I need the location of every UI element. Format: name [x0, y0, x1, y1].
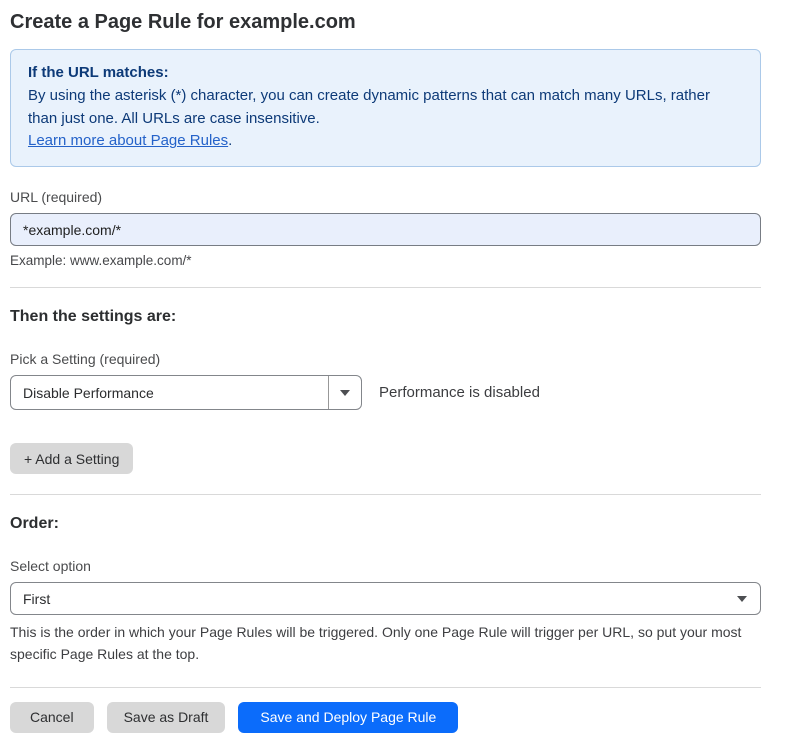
save-and-deploy-button[interactable]: Save and Deploy Page Rule: [238, 702, 458, 733]
info-box-body: By using the asterisk (*) character, you…: [28, 85, 743, 131]
url-matches-info-box: If the URL matches: By using the asteris…: [10, 49, 761, 167]
url-example-text: Example: www.example.com/*: [10, 253, 761, 268]
setting-status-text: Performance is disabled: [379, 384, 540, 401]
info-box-heading: If the URL matches:: [28, 62, 743, 85]
info-box-link-line: Learn more about Page Rules.: [28, 130, 743, 153]
setting-select[interactable]: Disable Performance: [10, 375, 362, 410]
cancel-button[interactable]: Cancel: [10, 702, 94, 733]
order-select-label: Select option: [10, 558, 761, 574]
divider: [10, 687, 761, 688]
url-input[interactable]: [10, 213, 761, 246]
link-suffix: .: [228, 132, 232, 149]
divider: [10, 287, 761, 288]
setting-select-arrow-button[interactable]: [328, 376, 361, 409]
pick-setting-label: Pick a Setting (required): [10, 351, 761, 367]
page-title: Create a Page Rule for example.com: [10, 11, 761, 34]
chevron-down-icon: [340, 390, 350, 396]
settings-section-heading: Then the settings are:: [10, 308, 761, 326]
learn-more-link[interactable]: Learn more about Page Rules: [28, 132, 228, 149]
chevron-down-icon: [737, 596, 747, 602]
save-as-draft-button[interactable]: Save as Draft: [107, 702, 226, 733]
page-rule-form: Create a Page Rule for example.com If th…: [10, 0, 761, 733]
order-section-heading: Order:: [10, 515, 761, 533]
order-select-arrow: [724, 596, 760, 602]
order-help-text: This is the order in which your Page Rul…: [10, 622, 761, 665]
url-field-label: URL (required): [10, 189, 761, 205]
footer-actions: Cancel Save as Draft Save and Deploy Pag…: [10, 702, 761, 733]
order-select[interactable]: First: [10, 582, 761, 615]
order-select-value: First: [11, 591, 724, 607]
setting-row: Disable Performance Performance is disab…: [10, 375, 761, 410]
setting-select-value: Disable Performance: [11, 385, 328, 401]
divider: [10, 494, 761, 495]
add-setting-button[interactable]: + Add a Setting: [10, 443, 133, 474]
